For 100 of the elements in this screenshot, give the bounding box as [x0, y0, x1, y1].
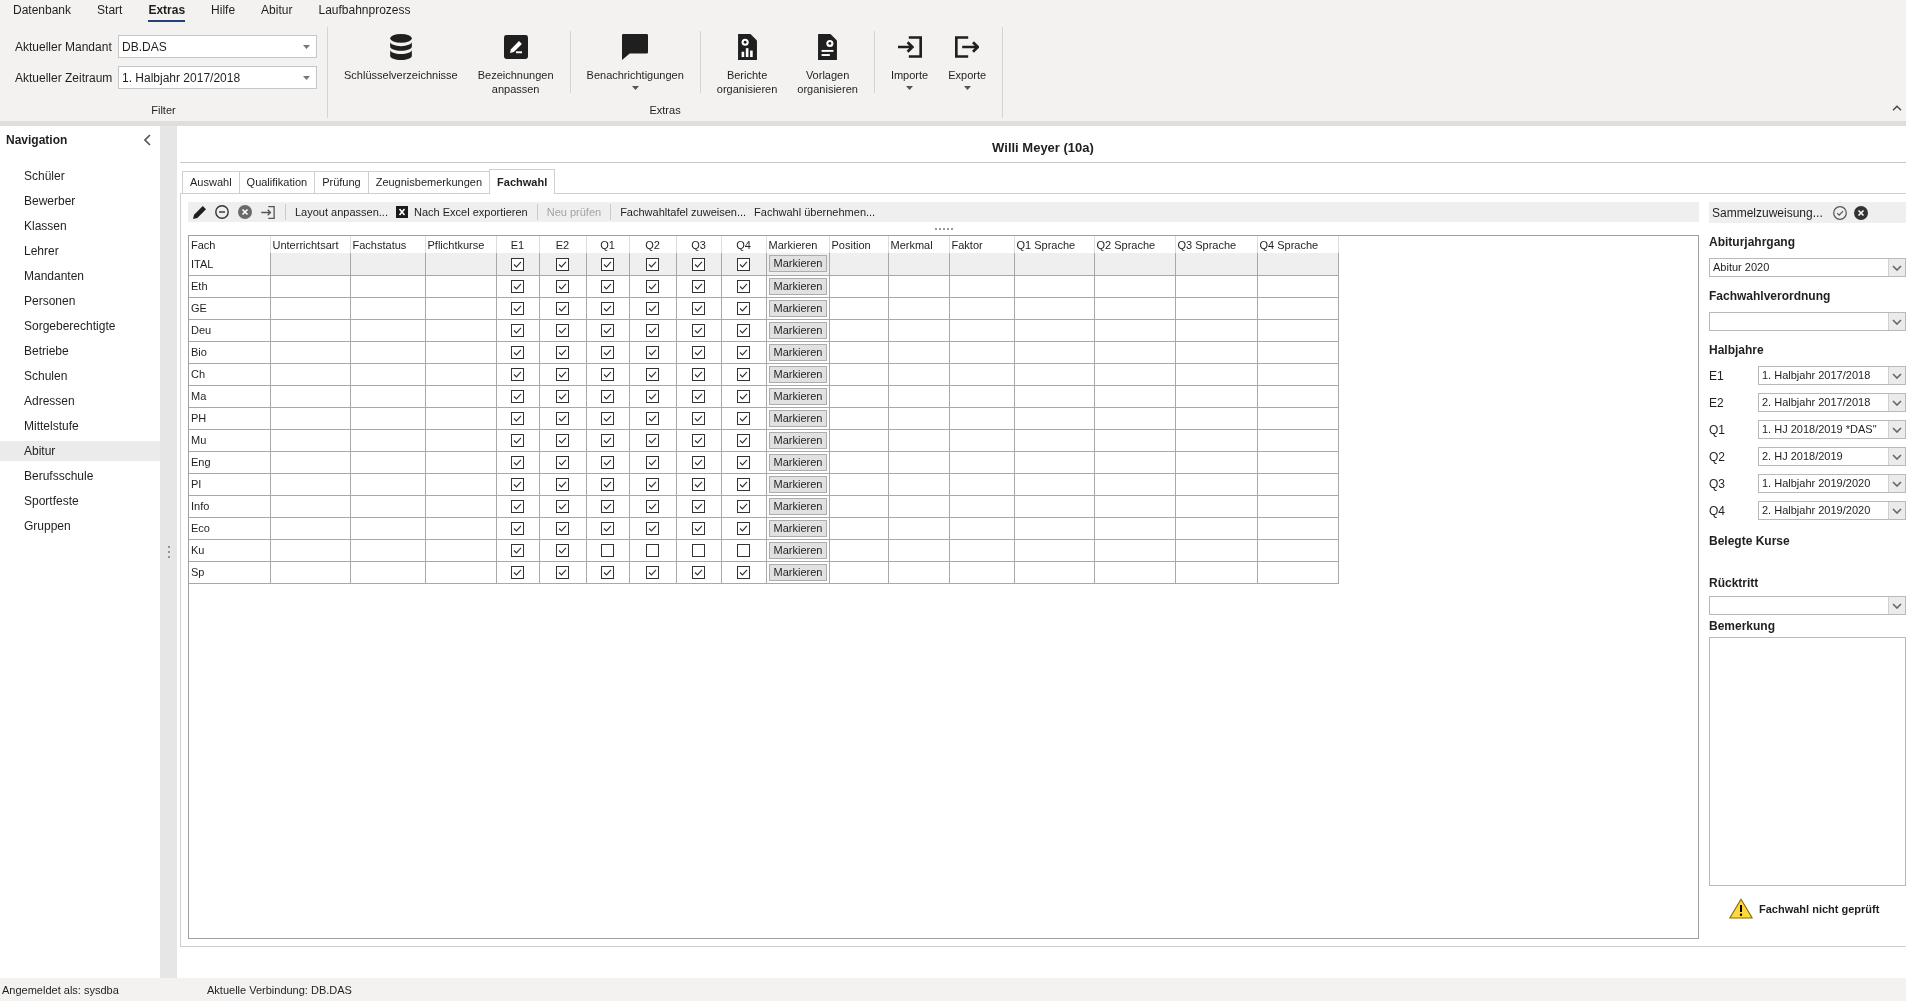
checkbox[interactable]: [692, 455, 705, 469]
checkbox[interactable]: [601, 521, 614, 535]
checkbox[interactable]: [601, 543, 614, 557]
checkbox[interactable]: [511, 301, 524, 315]
checkbox[interactable]: [601, 279, 614, 293]
nav-item[interactable]: Lehrer: [0, 241, 160, 261]
checkbox[interactable]: [646, 433, 659, 447]
checkbox[interactable]: [601, 565, 614, 579]
mark-button[interactable]: Markieren: [768, 321, 828, 339]
table-row[interactable]: Sp Markieren: [189, 561, 1338, 583]
checkbox[interactable]: [601, 477, 614, 491]
checkbox[interactable]: [556, 345, 569, 359]
mark-button[interactable]: Markieren: [768, 453, 828, 471]
mark-button[interactable]: Markieren: [768, 365, 828, 383]
nav-item[interactable]: Bewerber: [0, 191, 160, 211]
checkbox[interactable]: [511, 455, 524, 469]
nav-item[interactable]: Adressen: [0, 391, 160, 411]
menu-tab[interactable]: Hilfe: [211, 0, 236, 22]
checkbox[interactable]: [737, 389, 750, 403]
checkbox[interactable]: [737, 279, 750, 293]
checkbox[interactable]: [511, 367, 524, 381]
checkbox[interactable]: [511, 389, 524, 403]
checkbox[interactable]: [646, 543, 659, 557]
menu-tab[interactable]: Start: [97, 0, 123, 22]
menu-tab[interactable]: Abitur: [261, 0, 293, 22]
checkbox[interactable]: [556, 433, 569, 447]
checkbox[interactable]: [511, 433, 524, 447]
checkbox[interactable]: [511, 411, 524, 425]
nav-item[interactable]: Abitur: [0, 441, 160, 461]
dropdown[interactable]: 1. Halbjahr 2017/2018: [118, 66, 317, 89]
checkbox[interactable]: [511, 521, 524, 535]
menu-tab[interactable]: Laufbahnprozess: [318, 0, 411, 22]
checkbox[interactable]: [737, 301, 750, 315]
arrow-into-box-icon[interactable]: [261, 205, 275, 219]
toolbar-button[interactable]: Layout anpassen...: [291, 202, 392, 222]
toolbar-button[interactable]: Fachwahltafel zuweisen...: [616, 202, 751, 222]
pencil-icon[interactable]: [192, 205, 206, 219]
tab[interactable]: Fachwahl: [489, 169, 556, 194]
mark-button[interactable]: Markieren: [768, 277, 828, 295]
checkbox[interactable]: [646, 521, 659, 535]
nav-item[interactable]: Schulen: [0, 366, 160, 386]
checkbox[interactable]: [737, 411, 750, 425]
mark-button[interactable]: Markieren: [768, 431, 828, 449]
toolbar-button[interactable]: Fachwahl übernehmen...: [750, 202, 880, 222]
table-row[interactable]: Eng Markieren: [189, 451, 1338, 473]
checkbox[interactable]: [646, 323, 659, 337]
checkbox[interactable]: [511, 477, 524, 491]
checkbox[interactable]: [692, 565, 705, 579]
table-row[interactable]: Eco Markieren: [189, 517, 1338, 539]
nav-item[interactable]: Berufsschule: [0, 466, 160, 486]
checkbox[interactable]: [556, 323, 569, 337]
toolbar-button[interactable]: Nach Excel exportieren: [391, 202, 532, 222]
mark-button[interactable]: Markieren: [768, 255, 828, 273]
checkbox[interactable]: [692, 389, 705, 403]
dropdown[interactable]: 2. Halbjahr 2019/2020: [1758, 501, 1906, 520]
checkbox[interactable]: [692, 499, 705, 513]
checkbox[interactable]: [601, 455, 614, 469]
nav-item[interactable]: Betriebe: [0, 341, 160, 361]
checkbox[interactable]: [646, 279, 659, 293]
checkbox[interactable]: [511, 257, 524, 271]
checkbox[interactable]: [646, 389, 659, 403]
checkbox[interactable]: [646, 411, 659, 425]
checkbox[interactable]: [646, 367, 659, 381]
mark-button[interactable]: Markieren: [768, 299, 828, 317]
ribbon-button[interactable]: Bezeichnungen anpassen: [469, 27, 562, 96]
checkbox[interactable]: [692, 345, 705, 359]
checkbox[interactable]: [601, 499, 614, 513]
checkbox[interactable]: [737, 367, 750, 381]
ribbon-button[interactable]: Schlüsselverzeichnisse: [336, 27, 466, 96]
table-row[interactable]: PI Markieren: [189, 473, 1338, 495]
menu-tab[interactable]: Datenbank: [13, 0, 72, 22]
checkbox[interactable]: [692, 323, 705, 337]
table-row[interactable]: Mu Markieren: [189, 429, 1338, 451]
tab[interactable]: Auswahl: [182, 171, 240, 193]
checkbox[interactable]: [692, 433, 705, 447]
checkbox[interactable]: [646, 257, 659, 271]
checkbox[interactable]: [511, 565, 524, 579]
mark-button[interactable]: Markieren: [768, 563, 828, 581]
checkbox[interactable]: [692, 279, 705, 293]
mark-button[interactable]: Markieren: [768, 541, 828, 559]
checkbox[interactable]: [737, 521, 750, 535]
checkbox[interactable]: [601, 257, 614, 271]
checkbox[interactable]: [692, 521, 705, 535]
checkbox[interactable]: [556, 389, 569, 403]
dropdown[interactable]: Abitur 2020: [1709, 258, 1906, 277]
checkbox[interactable]: [601, 389, 614, 403]
minus-circle-icon[interactable]: [215, 205, 229, 219]
checkbox[interactable]: [556, 543, 569, 557]
checkbox[interactable]: [601, 367, 614, 381]
mark-button[interactable]: Markieren: [768, 475, 828, 493]
checkbox[interactable]: [646, 301, 659, 315]
checkbox[interactable]: [601, 301, 614, 315]
checkbox[interactable]: [556, 455, 569, 469]
dropdown[interactable]: DB.DAS: [118, 35, 317, 58]
ribbon-button[interactable]: Importe: [882, 27, 937, 90]
ribbon-button[interactable]: Berichte organisieren: [708, 27, 786, 96]
checkbox[interactable]: [556, 367, 569, 381]
dropdown[interactable]: 1. Halbjahr 2019/2020: [1758, 474, 1906, 493]
nav-item[interactable]: Sorgeberechtigte: [0, 316, 160, 336]
checkbox[interactable]: [601, 433, 614, 447]
